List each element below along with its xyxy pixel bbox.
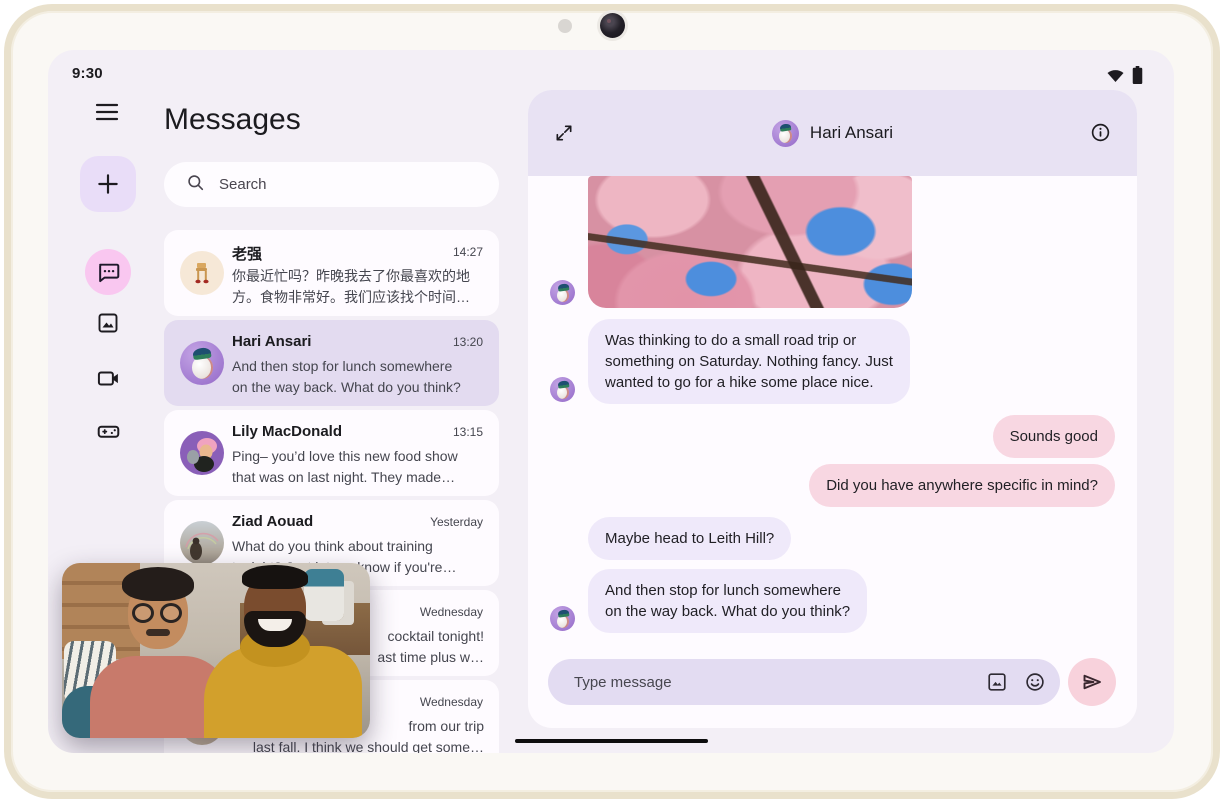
conversation-laoqiang[interactable]: 老强 14:27 你最近忙吗？昨晚我去了你最喜欢的地 方。食物非常好。我们应该找… — [164, 230, 499, 316]
conversation-name: Lily MacDonald — [232, 423, 342, 440]
conversation-time: Wednesday — [420, 605, 483, 619]
nav-games[interactable] — [96, 419, 120, 443]
outgoing-message[interactable]: Sounds good — [993, 415, 1115, 458]
message-composer[interactable] — [548, 659, 1060, 705]
pip-person-left-glasses — [132, 603, 154, 623]
video-camera-icon — [96, 366, 120, 391]
conversation-time: 14:27 — [453, 245, 483, 259]
conversation-preview: And then stop for lunch somewhere on the… — [232, 356, 484, 398]
avatar — [180, 341, 224, 385]
nav-video[interactable] — [96, 366, 120, 390]
conversation-info-button[interactable] — [1090, 122, 1111, 143]
conversation-hari-ansari[interactable]: Hari Ansari 13:20 And then stop for lunc… — [164, 320, 499, 406]
conversation-name: Hari Ansari — [232, 333, 311, 350]
pip-person-right-hair — [242, 565, 308, 589]
emoji-button[interactable] — [1024, 671, 1046, 693]
search-input[interactable] — [219, 176, 483, 193]
nav-gallery[interactable] — [96, 311, 120, 335]
chat-pane: Hari Ansari Was thinking to do a small r… — [528, 90, 1137, 728]
avatar — [180, 521, 224, 565]
conversation-time: Wednesday — [420, 695, 483, 709]
message-photo-cherry-blossoms[interactable] — [588, 176, 912, 308]
conversation-time: 13:20 — [453, 335, 483, 349]
info-icon — [1090, 122, 1111, 143]
search-bar[interactable] — [164, 162, 499, 207]
outgoing-message[interactable]: Did you have anywhere specific in mind? — [809, 464, 1115, 507]
sender-avatar — [550, 280, 575, 305]
wifi-icon — [1106, 68, 1125, 83]
page-title: Messages — [164, 103, 301, 137]
gallery-icon — [96, 311, 120, 335]
chat-bubble-icon — [96, 260, 121, 285]
chat-title-group: Hari Ansari — [528, 90, 1137, 176]
sender-avatar — [550, 377, 575, 402]
video-call-pip[interactable] — [62, 563, 370, 738]
send-icon — [1080, 670, 1104, 694]
conversation-time: Yesterday — [430, 515, 483, 529]
avatar — [180, 431, 224, 475]
front-camera — [600, 13, 625, 38]
search-icon — [186, 173, 205, 197]
plus-icon — [95, 171, 121, 197]
menu-button[interactable] — [92, 97, 122, 127]
conversation-time: 13:15 — [453, 425, 483, 439]
incoming-message[interactable]: Maybe head to Leith Hill? — [588, 517, 791, 560]
conversation-name: Ziad Aouad — [232, 513, 313, 530]
send-button[interactable] — [1068, 658, 1116, 706]
incoming-message[interactable]: And then stop for lunch somewhere on the… — [588, 569, 867, 633]
light-sensor — [558, 19, 572, 33]
gesture-navigation-bar[interactable] — [515, 739, 708, 743]
nav-chats[interactable] — [85, 249, 131, 295]
contact-name: Hari Ansari — [810, 123, 893, 143]
attach-image-button[interactable] — [986, 671, 1008, 693]
pip-person-left-glasses — [160, 603, 182, 623]
conversation-name: 老强 — [232, 243, 262, 264]
battery-icon — [1132, 66, 1143, 84]
pip-person-left-mustache — [146, 629, 170, 636]
incoming-message[interactable]: Was thinking to do a small road trip or … — [588, 319, 910, 404]
pip-person-left-hair — [122, 567, 194, 601]
screen: 9:30 — [48, 50, 1174, 753]
conversation-preview: Ping– you’d love this new food show that… — [232, 446, 484, 488]
message-input[interactable] — [574, 674, 970, 691]
pip-robot-toy — [304, 569, 344, 621]
start-chat-button[interactable] — [80, 156, 136, 212]
contact-avatar — [772, 120, 799, 147]
status-icons — [1106, 66, 1143, 84]
status-time: 9:30 — [72, 65, 103, 82]
gamepad-icon — [96, 419, 120, 444]
tablet-device: 9:30 — [0, 0, 1224, 803]
hamburger-icon — [95, 103, 119, 121]
conversation-preview: 你最近忙吗？昨晚我去了你最喜欢的地 方。食物非常好。我们应该找个时间… — [232, 266, 484, 308]
conversation-lily-macdonald[interactable]: Lily MacDonald 13:15 Ping– you’d love th… — [164, 410, 499, 496]
avatar — [180, 251, 224, 295]
sender-avatar — [550, 606, 575, 631]
